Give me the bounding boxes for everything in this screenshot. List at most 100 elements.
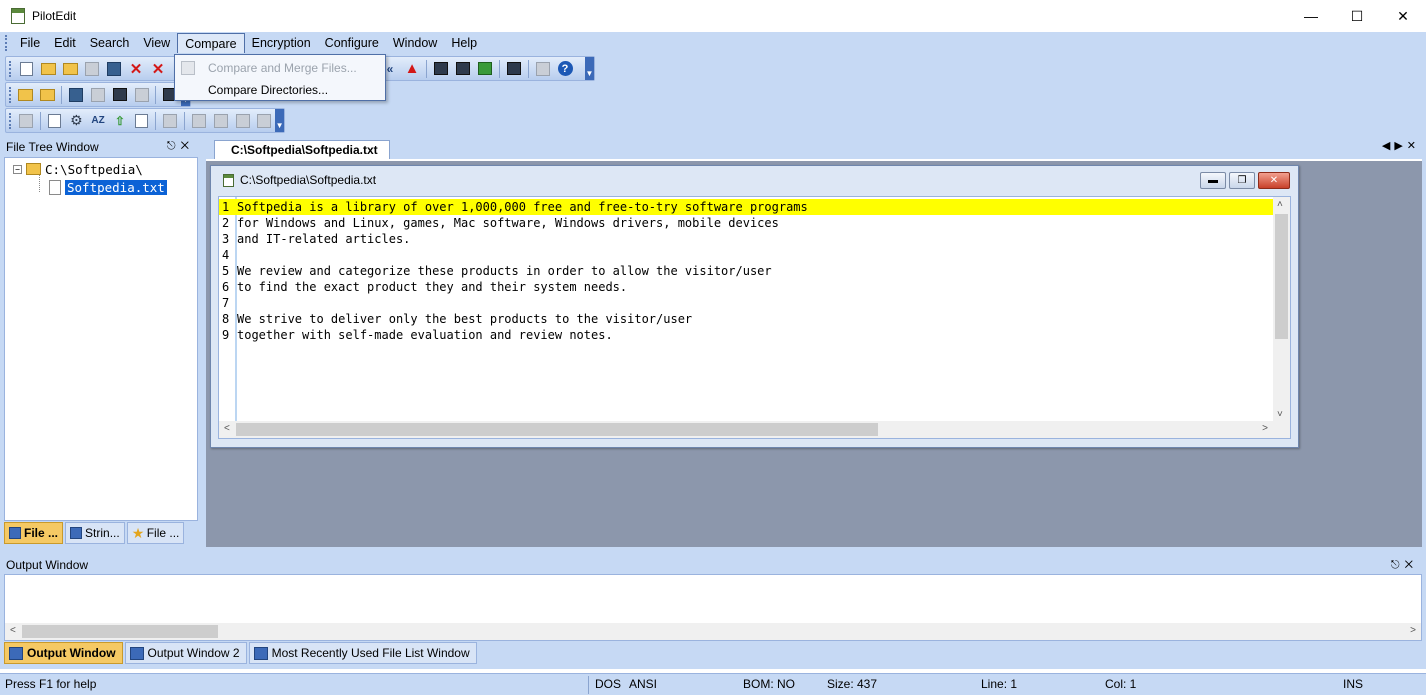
- page-setup-icon[interactable]: [46, 112, 64, 130]
- save-all-icon[interactable]: [105, 60, 123, 78]
- close-window-button[interactable]: ✕: [1380, 0, 1426, 32]
- tab-left-icon[interactable]: ◀: [1382, 140, 1394, 152]
- scroll-down-icon[interactable]: ˅: [1277, 409, 1283, 420]
- close-icon[interactable]: ✕: [127, 60, 145, 78]
- tab-close-icon[interactable]: ✕: [1407, 140, 1420, 152]
- plus-icon[interactable]: [212, 112, 230, 130]
- tab-file-tree[interactable]: File ...: [4, 522, 64, 544]
- menu-configure[interactable]: Configure: [318, 33, 386, 53]
- toolbar-overflow-button[interactable]: ▼: [275, 109, 285, 132]
- new-file-icon[interactable]: [17, 60, 35, 78]
- code-line[interactable]: 8 We strive to deliver only the best prod…: [219, 311, 1273, 327]
- code-line[interactable]: 3 and IT-related articles.: [219, 231, 1273, 247]
- disk-copy-icon[interactable]: [111, 86, 129, 104]
- code-line[interactable]: 5 We review and categorize these products…: [219, 263, 1273, 279]
- scroll-left-icon[interactable]: <: [10, 625, 16, 636]
- sort-az-icon[interactable]: AZ: [89, 112, 107, 130]
- folder-open-icon[interactable]: [17, 86, 35, 104]
- save-icon[interactable]: [83, 60, 101, 78]
- page-icon[interactable]: [255, 112, 273, 130]
- binoculars-red-icon[interactable]: [454, 60, 472, 78]
- code-line[interactable]: 6 to find the exact product they and thei…: [219, 279, 1273, 295]
- clear-marks-icon[interactable]: ▲: [403, 60, 421, 78]
- menu-edit[interactable]: Edit: [47, 33, 83, 53]
- close-panel-icon[interactable]: ✕: [181, 140, 194, 152]
- code-line[interactable]: 4: [219, 247, 1273, 263]
- folder-icon: [26, 163, 41, 175]
- word-wrap-icon[interactable]: [17, 112, 35, 130]
- scroll-right-icon[interactable]: >: [1262, 423, 1268, 434]
- open-folder-icon[interactable]: [39, 60, 57, 78]
- code-line[interactable]: 1 Softpedia is a library of over 1,000,00…: [219, 199, 1273, 215]
- menu-help[interactable]: Help: [444, 33, 484, 53]
- minimize-button[interactable]: —: [1288, 0, 1334, 32]
- toolbar-grip[interactable]: [9, 86, 12, 103]
- code-line[interactable]: 2 for Windows and Linux, games, Mac softw…: [219, 215, 1273, 231]
- disk-icon[interactable]: [67, 86, 85, 104]
- binoculars-green-icon[interactable]: [476, 60, 494, 78]
- toolbar-grip[interactable]: [9, 60, 12, 77]
- menu-compare[interactable]: Compare: [177, 33, 245, 53]
- open-remote-icon[interactable]: [61, 60, 79, 78]
- tab-output-window[interactable]: Output Window: [4, 642, 123, 664]
- compare-merge-files-item[interactable]: Compare and Merge Files...: [175, 57, 385, 79]
- doc-close-button[interactable]: ✕: [1258, 172, 1290, 189]
- menubar-grip[interactable]: [5, 35, 9, 51]
- folder-star-icon[interactable]: [39, 86, 57, 104]
- maximize-button[interactable]: ☐: [1334, 0, 1380, 32]
- tab-output-window-2[interactable]: Output Window 2: [124, 642, 247, 664]
- close-panel-icon[interactable]: ✕: [1405, 559, 1418, 571]
- output-horizontal-scrollbar[interactable]: < >: [5, 623, 1421, 640]
- horizontal-scroll-thumb[interactable]: [236, 423, 878, 436]
- toolbar-overflow-button[interactable]: ▼: [585, 57, 594, 80]
- scroll-up-icon[interactable]: ˄: [1277, 199, 1283, 210]
- toolbar-grip[interactable]: [9, 112, 12, 129]
- find-files-icon[interactable]: [505, 60, 523, 78]
- code-line[interactable]: 9 together with self-made evaluation and …: [219, 327, 1273, 343]
- menu-window[interactable]: Window: [386, 33, 444, 53]
- sort-up-icon[interactable]: ⇧: [111, 112, 129, 130]
- pin-icon[interactable]: ⎋: [167, 140, 181, 152]
- horizontal-scroll-thumb[interactable]: [22, 625, 218, 638]
- pin-icon[interactable]: ⎋: [1391, 559, 1405, 571]
- menu-view[interactable]: View: [136, 33, 177, 53]
- document-tab[interactable]: C:\Softpedia\Softpedia.txt: [214, 140, 390, 160]
- disk-gray-icon[interactable]: [89, 86, 107, 104]
- doc-minimize-button[interactable]: ▬: [1200, 172, 1226, 189]
- tab-right-icon[interactable]: ▶: [1394, 140, 1406, 152]
- columns-icon[interactable]: [133, 112, 151, 130]
- compare-directories-item[interactable]: Compare Directories...: [175, 79, 385, 101]
- horizontal-scrollbar[interactable]: < >: [219, 421, 1290, 438]
- help-icon[interactable]: ?: [556, 60, 574, 78]
- settings-icon[interactable]: ⚙: [67, 112, 85, 130]
- binoculars-icon[interactable]: [432, 60, 450, 78]
- output-content[interactable]: < >: [4, 574, 1422, 641]
- tree-node-file[interactable]: Softpedia.txt: [49, 178, 167, 196]
- text-editor[interactable]: 1 Softpedia is a library of over 1,000,00…: [218, 196, 1291, 439]
- line-text: We review and categorize these products …: [237, 264, 772, 278]
- doc-restore-button[interactable]: ❐: [1229, 172, 1255, 189]
- code-line[interactable]: 7: [219, 295, 1273, 311]
- file-tree-header: File Tree Window ⎋✕: [0, 137, 202, 157]
- tab-strings[interactable]: Strin...: [65, 522, 125, 544]
- menu-encryption[interactable]: Encryption: [245, 33, 318, 53]
- go-to-icon[interactable]: [534, 60, 552, 78]
- expand-icon[interactable]: [190, 112, 208, 130]
- tab-favorite-files[interactable]: ★ File ...: [126, 522, 185, 544]
- tree-node-root[interactable]: − C:\Softpedia\: [13, 160, 143, 178]
- disk-print-icon[interactable]: [133, 86, 151, 104]
- menu-search[interactable]: Search: [83, 33, 137, 53]
- scroll-right-icon[interactable]: >: [1410, 625, 1416, 636]
- compare-merge-files-label: Compare and Merge Files...: [208, 61, 357, 75]
- minus-icon[interactable]: [234, 112, 252, 130]
- vertical-scroll-thumb[interactable]: [1275, 214, 1288, 339]
- compare-dropdown-menu: Compare and Merge Files... Compare Direc…: [174, 54, 386, 101]
- vertical-scrollbar[interactable]: ˄ ˅: [1273, 197, 1290, 422]
- scroll-left-icon[interactable]: <: [224, 423, 230, 434]
- close-all-icon[interactable]: ✕: [149, 60, 167, 78]
- collapse-icon[interactable]: −: [13, 164, 22, 174]
- preview-icon[interactable]: [161, 112, 179, 130]
- tab-mru-file-list[interactable]: Most Recently Used File List Window: [248, 642, 477, 664]
- menu-file[interactable]: File: [13, 33, 47, 53]
- line-number: 3: [222, 232, 230, 246]
